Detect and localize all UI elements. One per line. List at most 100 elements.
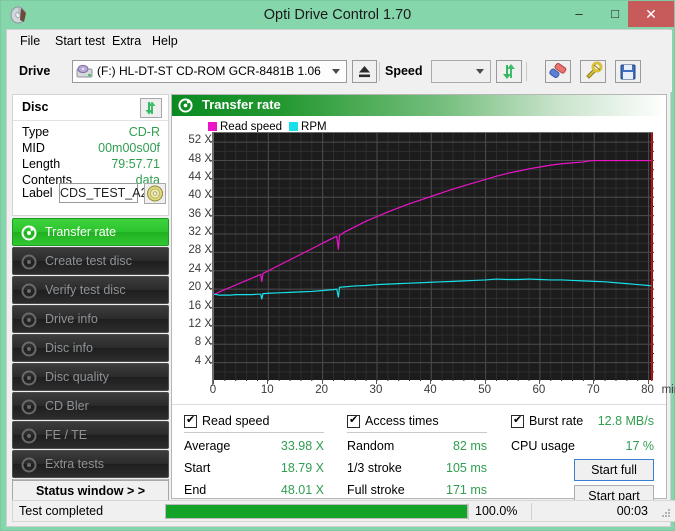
start-full-button[interactable]: Start full — [574, 459, 654, 481]
sidebar-item-label: Transfer rate — [45, 219, 116, 245]
chevron-down-icon — [476, 69, 484, 74]
disc-scan-icon — [21, 283, 37, 299]
progress-percent-label: 100.0% — [475, 504, 517, 518]
sidebar-item-drive-info[interactable]: Drive info — [12, 305, 169, 333]
disc-refresh-button[interactable] — [140, 98, 162, 118]
stat-row-end: End 48.01 X — [184, 483, 324, 499]
burst-rate-checkbox-row[interactable]: Burst rate — [511, 414, 611, 430]
stat-key: Average — [184, 439, 230, 453]
disc-label-key: Label — [22, 186, 53, 200]
panel-title: Transfer rate — [202, 97, 281, 112]
y-axis-tick-label: 8 X — [172, 336, 212, 348]
sidebar-item-label: CD Bler — [45, 393, 89, 419]
save-button[interactable] — [615, 60, 641, 83]
status-divider-2 — [531, 503, 532, 520]
sidebar-nav: Transfer rate Create test disc — [12, 218, 169, 495]
disc-panel: Disc Type CD-R MID 00m00s00f — [12, 94, 169, 216]
x-axis-tick-mark — [539, 380, 540, 384]
title-bar: Opti Drive Control 1.70 – □ ✕ — [1, 1, 674, 29]
disc-scan-icon — [21, 457, 37, 473]
x-axis-tick-label: 60 — [521, 384, 557, 396]
chart-legend: Read speedRPM — [208, 117, 334, 130]
speed-select[interactable] — [431, 60, 491, 83]
cd-disc-icon[interactable] — [144, 183, 166, 204]
drive-toolbar: Drive (F:) HL-DT-ST CD-ROM GCR-8481B 1.0… — [7, 52, 672, 92]
refresh-button[interactable] — [496, 60, 522, 83]
disc-scan-icon — [21, 399, 37, 415]
y-axis-tick-label: 24 X — [172, 263, 212, 275]
disc-info-icon — [21, 341, 37, 357]
disc-scan-icon — [21, 370, 37, 386]
y-axis-tick-label: 48 X — [172, 153, 212, 165]
legend-swatch-read-speed — [208, 122, 217, 131]
access-times-checkbox[interactable] — [347, 415, 360, 428]
x-axis-tick-label: 30 — [358, 384, 394, 396]
sidebar-item-fe-te[interactable]: FE / TE — [12, 421, 169, 449]
read-speed-checkbox-row[interactable]: Read speed — [184, 414, 334, 430]
stat-value: 171 ms — [446, 483, 487, 497]
divider — [347, 432, 487, 433]
chevron-down-icon — [332, 69, 340, 74]
sidebar-item-label: Create test disc — [45, 248, 132, 274]
menu-file[interactable]: File — [15, 33, 45, 50]
read-speed-checkbox[interactable] — [184, 415, 197, 428]
disc-key: Type — [22, 125, 49, 139]
disc-row-type: Type CD-R — [22, 125, 160, 141]
menu-extra[interactable]: Extra — [107, 33, 146, 50]
close-button[interactable]: ✕ — [628, 1, 674, 27]
stat-row-cpu-usage: CPU usage 17 % — [511, 439, 654, 455]
disc-row-mid: MID 00m00s00f — [22, 141, 160, 157]
stat-key: Full stroke — [347, 483, 405, 497]
disc-panel-header: Disc — [13, 95, 168, 121]
main-panel: Transfer rate Read speedRPM 4 X8 X12 X16… — [171, 94, 667, 499]
x-axis-tick-label: 50 — [467, 384, 503, 396]
progress-bar — [165, 504, 468, 519]
elapsed-time-label: 00:03 — [617, 504, 648, 518]
sidebar-item-cd-bler[interactable]: CD Bler — [12, 392, 169, 420]
disc-label-input[interactable]: CDS_TEST_A2 — [59, 183, 138, 203]
sidebar-item-extra-tests[interactable]: Extra tests — [12, 450, 169, 478]
drive-select[interactable]: (F:) HL-DT-ST CD-ROM GCR-8481B 1.06 — [72, 60, 347, 83]
sidebar-item-disc-quality[interactable]: Disc quality — [12, 363, 169, 391]
sidebar-item-transfer-rate[interactable]: Transfer rate — [12, 218, 169, 246]
disc-scan-icon — [178, 98, 193, 113]
stat-value: 18.79 X — [281, 461, 324, 475]
y-axis-tick-label: 16 X — [172, 300, 212, 312]
menu-start-test[interactable]: Start test — [50, 33, 110, 50]
erase-button[interactable] — [545, 60, 571, 83]
status-bar: Test completed 100.0% 00:03 — [12, 500, 675, 522]
x-axis-tick-mark — [648, 380, 649, 384]
sidebar-item-create-test-disc[interactable]: Create test disc — [12, 247, 169, 275]
x-axis-tick-mark — [593, 380, 594, 384]
legend-swatch-rpm — [289, 122, 298, 131]
disc-scan-icon — [21, 428, 37, 444]
access-times-checkbox-row[interactable]: Access times — [347, 414, 497, 430]
tools-button[interactable] — [580, 60, 606, 83]
resize-grip-icon[interactable] — [660, 506, 672, 518]
disc-scan-icon — [21, 225, 37, 241]
disc-key: Length — [22, 157, 60, 171]
burst-rate-label: Burst rate — [529, 414, 583, 428]
chart-svg — [214, 133, 654, 381]
minimize-button[interactable]: – — [560, 1, 598, 27]
disc-info-icon — [21, 312, 37, 328]
y-axis-line — [212, 132, 213, 386]
y-axis-tick-label: 20 X — [172, 281, 212, 293]
stat-key: Random — [347, 439, 394, 453]
drive-select-value: (F:) HL-DT-ST CD-ROM GCR-8481B 1.06 — [97, 61, 321, 82]
x-axis-tick-mark — [430, 380, 431, 384]
chart-x-unit-label: min — [662, 384, 675, 396]
burst-rate-checkbox[interactable] — [511, 415, 524, 428]
menu-help[interactable]: Help — [147, 33, 183, 50]
sidebar-item-disc-info[interactable]: Disc info — [12, 334, 169, 362]
stat-row-random: Random 82 ms — [347, 439, 487, 455]
x-axis-tick-mark — [267, 380, 268, 384]
stat-value: 48.01 X — [281, 483, 324, 497]
eject-button[interactable] — [352, 60, 377, 83]
progress-bar-fill — [166, 505, 467, 518]
sidebar-item-verify-test-disc[interactable]: Verify test disc — [12, 276, 169, 304]
stat-value: 82 ms — [453, 439, 487, 453]
y-axis-tick-label: 44 X — [172, 171, 212, 183]
status-window-button[interactable]: Status window > > — [12, 480, 169, 502]
stat-value: 17 % — [626, 439, 655, 453]
